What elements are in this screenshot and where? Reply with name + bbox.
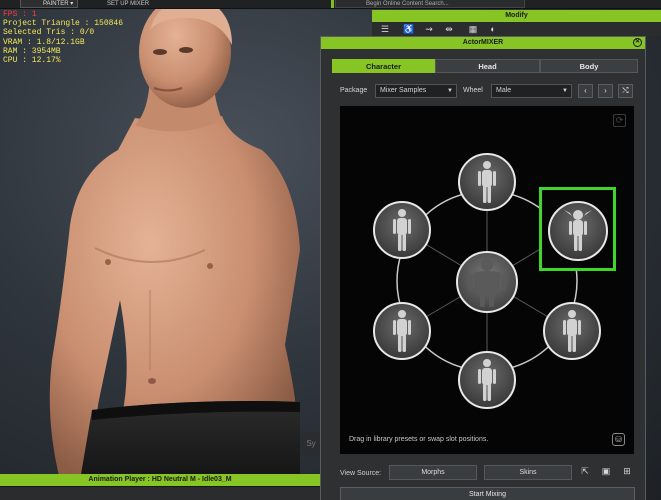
slot-upper-left[interactable] [373, 201, 431, 259]
modify-panel-header: Modify [372, 10, 661, 22]
body-figure-icon [393, 310, 411, 352]
morph-icon[interactable]: ◐ [486, 23, 500, 35]
checker-icon[interactable]: ▦ [466, 23, 480, 35]
muscle-torso-icon [468, 259, 506, 307]
align-icon[interactable]: ⇹ [442, 23, 456, 35]
chevron-down-icon: ▼ [562, 88, 568, 94]
package-row: Package Mixer Samples ▼ Wheel Male ▼ ‹ › ⤭ [340, 84, 640, 98]
mixer-wheel-stage[interactable]: ⟳ Drag in library presets or swap slot p… [340, 106, 634, 454]
wheel-dropdown[interactable]: Male ▼ [491, 84, 572, 98]
body-figure-icon [478, 161, 496, 203]
close-icon[interactable]: ✕ [633, 38, 642, 47]
motion-icon[interactable]: ⇝ [422, 23, 436, 35]
content-search-input[interactable]: Begin Online Content Search... [335, 0, 525, 8]
start-mixing-button[interactable]: Start Mixing [340, 487, 635, 500]
animation-player-header: Animation Player : HD Neutral M - Idle03… [0, 474, 320, 486]
mixer-tabs: Character Head Body [332, 59, 638, 73]
painter-label: PAINTER [43, 1, 69, 7]
viewport-sync-button[interactable]: Sy [300, 432, 322, 456]
top-toolbar: PAINTER ▾ SET UP MIXER Begin Online Cont… [0, 0, 661, 9]
performance-stats: FPS : 1 Project Triangle : 150846 Selected… [3, 10, 123, 65]
next-wheel-button[interactable]: › [598, 84, 613, 98]
ram-readout: RAM : 3954MB [3, 46, 61, 56]
slot-bottom[interactable] [458, 351, 516, 409]
slot-center[interactable] [456, 251, 518, 313]
shuffle-icon[interactable]: ⤭ [618, 84, 633, 98]
package-label: Package [340, 87, 368, 94]
app-window: Sy FPS : 1 Project Triangle : 150846 Selec… [0, 0, 661, 500]
stage-help-text: Drag in library presets or swap slot pos… [349, 436, 489, 443]
modify-toolbar: ☰ ♿ ⇝ ⇹ ▦ ◐ [372, 22, 661, 36]
wheel-label: Wheel [463, 87, 483, 94]
body-figure-icon [563, 310, 581, 352]
fps-readout: FPS : 1 [3, 10, 37, 19]
skins-button[interactable]: Skins [484, 465, 572, 480]
slot-upper-right [548, 201, 608, 261]
add-icon[interactable]: ⊞ [620, 465, 634, 480]
goblin-figure-icon [564, 210, 592, 251]
animation-player-body [0, 486, 320, 500]
morphs-button[interactable]: Morphs [389, 465, 477, 480]
body-figure-icon [478, 359, 496, 401]
wheel-value: Male [496, 87, 512, 94]
figure-pose-icon[interactable]: ♿ [402, 23, 416, 35]
view-source-label: View Source: [340, 470, 382, 477]
slot-top[interactable] [458, 153, 516, 211]
body-figure-icon [393, 209, 411, 251]
cpu-readout: CPU : 12.17% [3, 56, 61, 66]
selected-tris-readout: Selected Tris : 0/0 [3, 28, 95, 38]
sliders-icon[interactable]: ☰ [378, 23, 392, 35]
actormixer-title: ActorMIXER [462, 39, 504, 46]
vram-readout: VRAM : 1.8/12.1GB [3, 37, 85, 47]
package-value: Mixer Samples [380, 87, 427, 94]
slot-upper-right-selected[interactable] [539, 187, 616, 271]
actormixer-title-bar: ActorMIXER ✕ [321, 37, 645, 49]
library-icon[interactable]: ⛁ [612, 433, 625, 446]
previous-wheel-button[interactable]: ‹ [578, 84, 593, 98]
slot-lower-left[interactable] [373, 302, 431, 360]
tab-character[interactable]: Character [332, 59, 435, 73]
tab-head[interactable]: Head [435, 59, 540, 73]
export-icon[interactable]: ⇱ [578, 465, 592, 480]
actormixer-panel: ActorMIXER ✕ Character Head Body Package… [320, 36, 646, 500]
slot-lower-right[interactable] [543, 302, 601, 360]
painter-dropdown[interactable]: PAINTER ▾ [20, 0, 78, 8]
triangle-readout: Project Triangle : 150846 [3, 19, 124, 29]
package-dropdown[interactable]: Mixer Samples ▼ [375, 84, 457, 98]
chevron-down-icon: ▼ [447, 88, 453, 94]
save-icon[interactable]: ▣ [599, 465, 613, 480]
tab-body[interactable]: Body [540, 59, 638, 73]
setup-mixer-button[interactable]: SET UP MIXER [95, 0, 165, 8]
toolbar-separator-icon [331, 0, 334, 8]
